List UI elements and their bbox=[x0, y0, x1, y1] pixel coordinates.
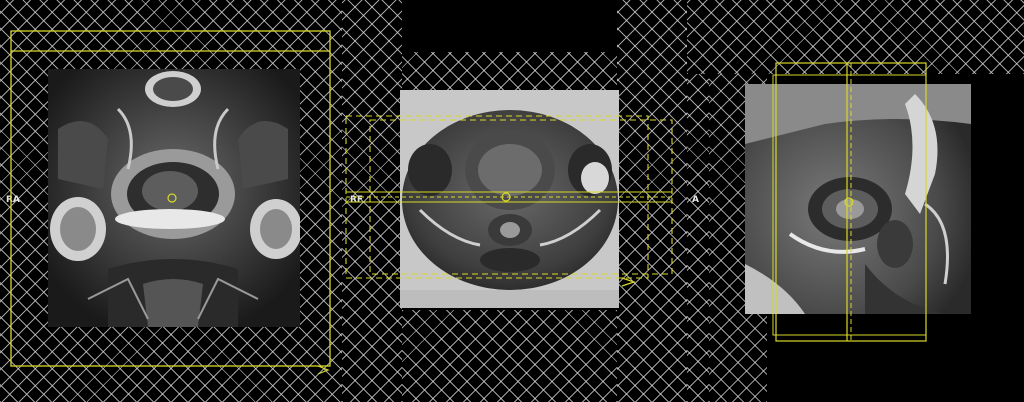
saturation-band-bottom bbox=[402, 310, 617, 402]
coronal-viewport[interactable]: RA bbox=[0, 0, 342, 402]
coronal-mri-image bbox=[48, 69, 300, 327]
orientation-label-rf: RF bbox=[350, 195, 364, 205]
sagittal-mri-image bbox=[745, 84, 971, 314]
sagittal-viewport[interactable]: A bbox=[687, 0, 1024, 402]
axial-viewport[interactable]: RF bbox=[342, 0, 687, 402]
direction-arrow bbox=[621, 277, 636, 287]
saturation-band-right bbox=[617, 0, 687, 402]
saturation-band-top bbox=[687, 0, 1024, 74]
orientation-label-a: A bbox=[692, 195, 699, 205]
saturation-band-left bbox=[687, 74, 709, 402]
orientation-label-ra: RA bbox=[6, 195, 20, 205]
axial-mri-image bbox=[400, 90, 619, 308]
direction-arrow bbox=[317, 365, 330, 375]
